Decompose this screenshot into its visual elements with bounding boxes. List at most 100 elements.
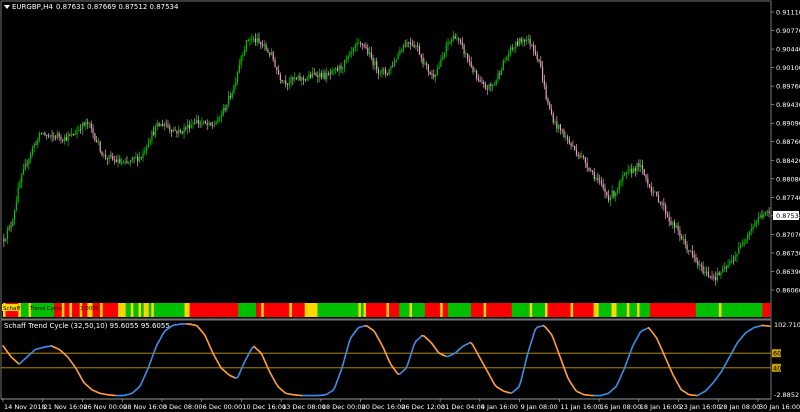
candle-body	[285, 80, 287, 85]
candle-body	[331, 70, 333, 75]
candle-body	[429, 71, 431, 75]
candle-body	[397, 54, 399, 60]
candle-body	[418, 46, 421, 55]
candle-body	[722, 268, 724, 273]
stc-line-segment	[564, 371, 569, 379]
stc-line-segment	[153, 344, 158, 352]
candle-body	[140, 156, 142, 158]
histogram-segment	[575, 303, 579, 317]
histogram-segment	[327, 303, 331, 317]
candle-body	[235, 81, 237, 86]
candle-body	[279, 74, 281, 80]
candle-body	[700, 264, 702, 267]
candle-body	[395, 59, 397, 61]
histogram-segment	[230, 303, 234, 317]
stc-line-segment	[530, 335, 535, 344]
chart-menu-arrow-icon[interactable]	[4, 5, 10, 9]
candle-body	[38, 133, 41, 139]
candle-body	[55, 136, 57, 139]
histogram-segment	[217, 303, 221, 317]
candle-body	[426, 63, 428, 65]
candle-body	[477, 77, 479, 81]
histogram-segment	[355, 303, 359, 317]
histogram-segment	[667, 303, 671, 317]
histogram-segment	[115, 303, 119, 317]
candle-body	[656, 191, 658, 196]
candle-body	[96, 140, 98, 143]
histogram-value-label: 3.0000	[80, 306, 100, 312]
candle-body	[345, 59, 347, 60]
histogram-segment	[634, 303, 638, 317]
histogram-segment	[320, 303, 323, 317]
histogram-segment	[181, 303, 185, 317]
histogram-segment	[534, 303, 538, 317]
candle-body	[738, 247, 740, 254]
candle-body	[750, 228, 752, 232]
candle-body	[732, 260, 735, 262]
histogram-segment	[498, 303, 502, 317]
candle-body	[447, 42, 449, 45]
histogram-segment	[522, 303, 525, 317]
candle-body	[260, 41, 262, 45]
histogram-segment	[332, 303, 336, 317]
candle-body	[115, 159, 117, 163]
histogram-segment	[138, 303, 142, 317]
candle-body	[169, 126, 171, 130]
candle-body	[15, 201, 17, 211]
price-tick-label: 0.87070	[776, 231, 800, 239]
time-axis: 14 Nov 201821 Nov 16:0026 Nov 00:0028 No…	[1, 398, 800, 411]
candle-body	[474, 70, 476, 72]
candle-body	[723, 267, 726, 269]
histogram-segment	[309, 303, 313, 317]
candle-body	[620, 180, 622, 183]
histogram-segment	[130, 303, 134, 317]
histogram-segment	[501, 303, 505, 317]
candle-body	[220, 115, 223, 118]
histogram-segment	[110, 303, 114, 317]
candle-body	[563, 130, 565, 138]
price-tick-label: 0.88760	[776, 138, 800, 146]
price-panel[interactable]: EURGBP,H4 0.87631 0.87669 0.87512 0.8753…	[0, 0, 800, 320]
histogram-segment	[731, 303, 735, 317]
candle-body	[185, 127, 187, 129]
candle-body	[121, 162, 123, 164]
stc-line-segment	[629, 346, 634, 354]
candle-body	[147, 143, 149, 147]
histogram-segment	[601, 303, 605, 317]
price-tick-label: 0.90770	[776, 27, 800, 35]
candle-body	[199, 123, 201, 124]
candle-body	[297, 76, 299, 79]
candle-body	[37, 138, 39, 145]
candle-body	[666, 213, 669, 217]
histogram-segment	[708, 303, 712, 317]
candle-body	[729, 261, 731, 265]
candle-body	[711, 276, 713, 278]
candle-body	[72, 133, 75, 136]
price-chart-canvas[interactable]: EURGBP,H4 0.87631 0.87669 0.87512 0.8753…	[0, 0, 800, 412]
candle-body	[131, 157, 133, 160]
candle-body	[652, 191, 654, 193]
histogram-segment	[358, 303, 362, 317]
candle-body	[766, 211, 768, 213]
candle-body	[368, 52, 371, 55]
candle-body	[113, 159, 116, 161]
histogram-segment	[726, 303, 730, 317]
histogram-segment	[583, 303, 587, 317]
candle-body	[277, 69, 280, 75]
histogram-segment	[184, 303, 188, 317]
candle-body	[645, 175, 647, 179]
histogram-segment	[258, 303, 262, 317]
candle-body	[76, 130, 78, 135]
histogram-segment	[578, 303, 582, 317]
candle-body	[135, 156, 137, 158]
candle-body	[224, 108, 226, 110]
candle-body	[743, 242, 745, 245]
stc-panel[interactable]: Schaff Trend Cycle (32,50,10) 95.6055 95…	[0, 319, 800, 400]
stc-min-label: -2.8852	[774, 391, 799, 399]
candle-body	[693, 254, 695, 258]
candle-body	[78, 129, 80, 131]
histogram-segment	[437, 303, 441, 317]
candle-body	[103, 154, 105, 156]
candle-body	[360, 43, 362, 44]
candle-body	[162, 124, 164, 127]
